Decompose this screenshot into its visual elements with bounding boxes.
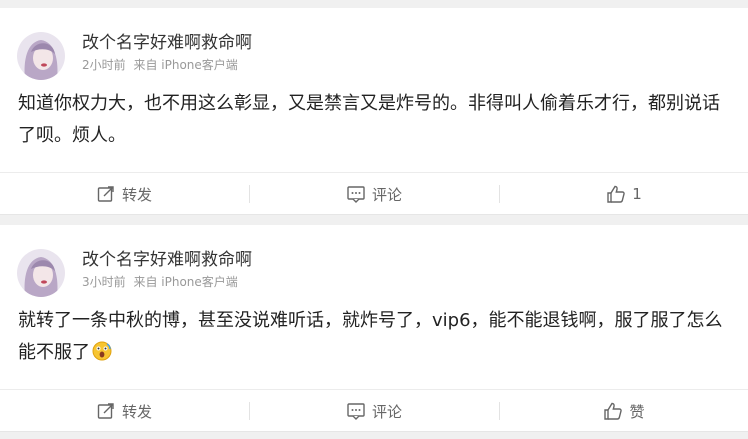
like-count: 1	[632, 185, 642, 203]
like-button[interactable]: 赞	[500, 390, 748, 432]
comment-icon	[347, 403, 365, 420]
post-time[interactable]: 2小时前	[82, 58, 126, 72]
comment-icon	[347, 186, 365, 203]
avatar-image	[17, 249, 65, 297]
thumbs-up-icon	[604, 402, 623, 420]
avatar[interactable]	[17, 249, 65, 297]
post-content: 知道你权力大，也不用这么彰显，又是禁言又是炸号的。非得叫人偷着乐才行，都别说话了…	[18, 93, 720, 146]
avatar-image	[17, 32, 65, 80]
post-meta: 2小时前 来自 iPhone客户端	[82, 56, 238, 73]
comment-button[interactable]: 评论	[250, 173, 498, 215]
comment-button[interactable]: 评论	[250, 390, 498, 432]
shocked-face-emoji	[92, 340, 112, 372]
action-bar: 转发 评论 1	[0, 172, 748, 215]
username[interactable]: 改个名字好难啊救命啊	[82, 245, 252, 270]
repost-icon	[97, 186, 114, 202]
post-source: 来自 iPhone客户端	[133, 58, 238, 72]
repost-label: 转发	[121, 185, 152, 204]
comment-label: 评论	[371, 185, 402, 204]
thumbs-up-icon	[607, 185, 625, 203]
post-content: 就转了一条中秋的博，甚至没说难听话，就炸号了，vip6，能不能退钱啊，服了服了怎…	[18, 305, 730, 372]
post-source: 来自 iPhone客户端	[133, 275, 238, 289]
post-text: 就转了一条中秋的博，甚至没说难听话，就炸号了，vip6，能不能退钱啊，服了服了怎…	[18, 310, 723, 363]
action-bar: 转发 评论 赞	[0, 389, 748, 432]
repost-label: 转发	[121, 402, 152, 421]
feed-post: 改个名字好难啊救命啊 2小时前 来自 iPhone客户端 知道你权力大，也不用这…	[0, 8, 748, 215]
username[interactable]: 改个名字好难啊救命啊	[82, 28, 252, 53]
repost-button[interactable]: 转发	[0, 173, 248, 215]
like-label: 赞	[629, 402, 645, 421]
like-button[interactable]: 1	[500, 173, 748, 215]
avatar[interactable]	[17, 32, 65, 80]
post-meta: 3小时前 来自 iPhone客户端	[82, 273, 238, 290]
comment-label: 评论	[371, 402, 402, 421]
post-time[interactable]: 3小时前	[82, 275, 126, 289]
repost-button[interactable]: 转发	[0, 390, 248, 432]
feed-post: 改个名字好难啊救命啊 3小时前 来自 iPhone客户端 就转了一条中秋的博，甚…	[0, 225, 748, 432]
repost-icon	[97, 403, 114, 419]
